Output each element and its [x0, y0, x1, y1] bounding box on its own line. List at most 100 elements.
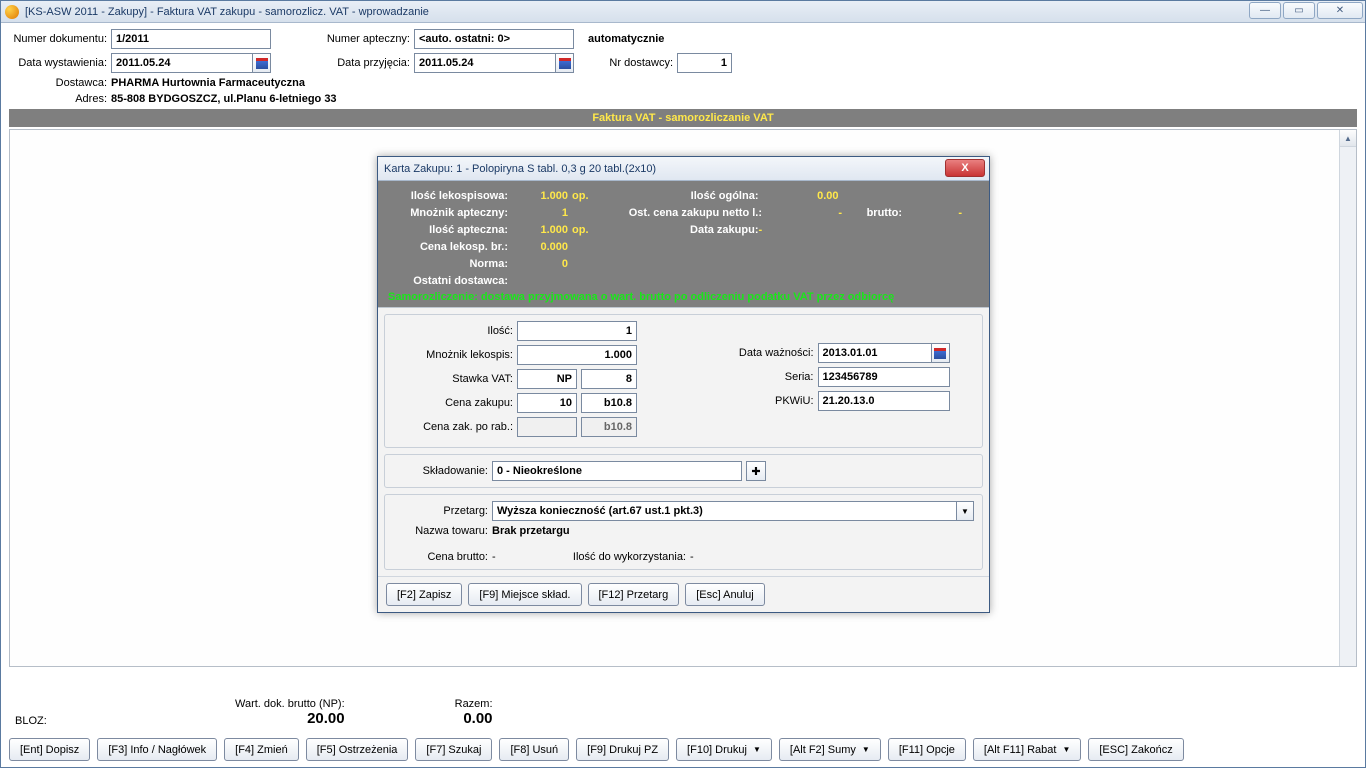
issue-date-input[interactable]	[111, 53, 253, 73]
chevron-down-icon: ▼	[753, 745, 761, 754]
dialog-title: Karta Zakupu: 1 - Polopiryna S tabl. 0,3…	[384, 163, 656, 175]
recv-date-label: Data przyjęcia:	[275, 57, 410, 69]
drukuj-pz-button[interactable]: [F9] Drukuj PZ	[576, 738, 669, 761]
ilosc-wyk-label: Ilość do wykorzystania:	[516, 551, 686, 563]
zmien-button[interactable]: [F4] Zmień	[224, 738, 299, 761]
address-label: Adres:	[9, 93, 107, 105]
norma-value: 0	[508, 258, 568, 270]
cena-lekosp-value: 0.000	[508, 241, 568, 253]
supplier-no-input[interactable]	[677, 53, 732, 73]
data-waznosci-input[interactable]	[818, 343, 932, 363]
ostrzezenia-button[interactable]: [F5] Ostrzeżenia	[306, 738, 409, 761]
rabat-button[interactable]: [Alt F11] Rabat▼	[973, 738, 1081, 761]
supplier-no-label: Nr dostawcy:	[578, 57, 673, 69]
vat-code-input[interactable]	[517, 369, 577, 389]
invoice-banner: Faktura VAT - samorozliczanie VAT	[9, 109, 1357, 127]
issue-date-label: Data wystawienia:	[9, 57, 107, 69]
cena-zakupu-input[interactable]	[517, 393, 577, 413]
chevron-down-icon[interactable]: ▼	[956, 501, 974, 521]
skladowanie-label: Składowanie:	[393, 465, 488, 477]
window-title: [KS-ASW 2011 - Zakupy] - Faktura VAT zak…	[25, 6, 429, 18]
plus-icon: ✚	[751, 465, 760, 478]
pkwiu-input[interactable]	[818, 391, 950, 411]
maximize-button[interactable]: ▭	[1283, 2, 1315, 19]
norma-label: Norma:	[388, 258, 508, 270]
seria-input[interactable]	[818, 367, 950, 387]
ilosc-lekospisowa-label: Ilość lekospisowa:	[388, 190, 508, 202]
cena-po-rab-input-b	[581, 417, 637, 437]
calendar-icon[interactable]	[556, 53, 574, 73]
cena-po-rab-label: Cena zak. po rab.:	[393, 421, 513, 433]
drukuj-button[interactable]: [F10] Drukuj▼	[676, 738, 772, 761]
vat-label: Stawka VAT:	[393, 373, 513, 385]
ilosc-label: Ilość:	[393, 325, 513, 337]
brutto-value: -	[902, 207, 962, 219]
sumy-button[interactable]: [Alt F2] Sumy▼	[779, 738, 881, 761]
calendar-icon[interactable]	[253, 53, 271, 73]
przetarg-label: Przetarg:	[393, 505, 488, 517]
nazwa-towaru-value: Brak przetargu	[492, 525, 570, 537]
nazwa-towaru-label: Nazwa towaru:	[393, 525, 488, 537]
razem-value: 0.00	[455, 710, 493, 727]
op-unit: op.	[572, 190, 589, 202]
storage-section: Składowanie: ✚	[384, 454, 983, 488]
vat-rate-input[interactable]	[581, 369, 637, 389]
close-button[interactable]: ✕	[1317, 2, 1363, 19]
ost-cena-netto-label: Ost. cena zakupu netto l.:	[592, 207, 762, 219]
seria-label: Seria:	[714, 371, 814, 383]
dopisz-button[interactable]: [Ent] Dopisz	[9, 738, 90, 761]
calendar-icon[interactable]	[932, 343, 950, 363]
wart-doc-value: 20.00	[235, 710, 345, 727]
button-bar: [Ent] Dopisz [F3] Info / Nagłówek [F4] Z…	[9, 738, 1357, 761]
ilosc-apteczna-label: Ilość apteczna:	[388, 224, 508, 236]
vertical-scrollbar[interactable]: ▲	[1339, 130, 1356, 666]
mnoznik-label: Mnożnik lekospis:	[393, 349, 513, 361]
skladowanie-input[interactable]	[492, 461, 742, 481]
tender-section: Przetarg: ▼ Nazwa towaru: Brak przetargu…	[384, 494, 983, 570]
auto-text: automatycznie	[588, 33, 664, 45]
mnoznik-input[interactable]	[517, 345, 637, 365]
mnoznik-apteczny-label: Mnożnik apteczny:	[388, 207, 508, 219]
dialog-titlebar: Karta Zakupu: 1 - Polopiryna S tabl. 0,3…	[378, 157, 989, 181]
f12-przetarg-button[interactable]: [F12] Przetarg	[588, 583, 680, 606]
dialog-close-button[interactable]: X	[945, 159, 985, 177]
data-waznosci-label: Data ważności:	[714, 347, 814, 359]
chevron-down-icon: ▼	[1062, 745, 1070, 754]
dialog-button-bar: [F2] Zapisz [F9] Miejsce skład. [F12] Pr…	[378, 576, 989, 612]
scroll-up-icon[interactable]: ▲	[1340, 130, 1356, 147]
doc-no-input[interactable]	[111, 29, 271, 49]
bloz-label: BLOZ:	[15, 715, 235, 727]
purchase-card-dialog: Karta Zakupu: 1 - Polopiryna S tabl. 0,3…	[377, 156, 990, 613]
usun-button[interactable]: [F8] Usuń	[499, 738, 569, 761]
doc-no-label: Numer dokumentu:	[9, 33, 107, 45]
minimize-button[interactable]: —	[1249, 2, 1281, 19]
ilosc-apteczna-value: 1.000	[508, 224, 568, 236]
ilosc-wyk-value: -	[690, 551, 694, 563]
ilosc-ogolna-label: Ilość ogólna:	[589, 190, 759, 202]
ilosc-input[interactable]	[517, 321, 637, 341]
wart-doc-label: Wart. dok. brutto (NP):	[235, 698, 345, 710]
supplier-label: Dostawca:	[9, 77, 107, 89]
esc-anuluj-button[interactable]: [Esc] Anuluj	[685, 583, 764, 606]
f9-miejsce-button[interactable]: [F9] Miejsce skład.	[468, 583, 581, 606]
supplier-name: PHARMA Hurtownia Farmaceutyczna	[111, 77, 305, 89]
window-controls: — ▭ ✕	[1249, 2, 1363, 19]
recv-date-input[interactable]	[414, 53, 556, 73]
przetarg-select[interactable]: ▼	[492, 501, 974, 521]
opcje-button[interactable]: [F11] Opcje	[888, 738, 966, 761]
brutto-label: brutto:	[842, 207, 902, 219]
cena-brutto-value: -	[492, 551, 512, 563]
pkwiu-label: PKWiU:	[714, 395, 814, 407]
zakoncz-button[interactable]: [ESC] Zakończ	[1088, 738, 1183, 761]
cena-brutto-label: Cena brutto:	[393, 551, 488, 563]
info-button[interactable]: [F3] Info / Nagłówek	[97, 738, 217, 761]
szukaj-button[interactable]: [F7] Szukaj	[415, 738, 492, 761]
main-window: [KS-ASW 2011 - Zakupy] - Faktura VAT zak…	[0, 0, 1366, 768]
add-storage-button[interactable]: ✚	[746, 461, 766, 481]
pharmacy-no-input[interactable]	[414, 29, 574, 49]
cena-zakupu-b-input[interactable]	[581, 393, 637, 413]
ilosc-ogolna-value: 0.00	[759, 190, 839, 202]
data-zakupu-value: -	[759, 224, 769, 236]
f2-zapisz-button[interactable]: [F2] Zapisz	[386, 583, 462, 606]
ilosc-lekospisowa-value: 1.000	[508, 190, 568, 202]
